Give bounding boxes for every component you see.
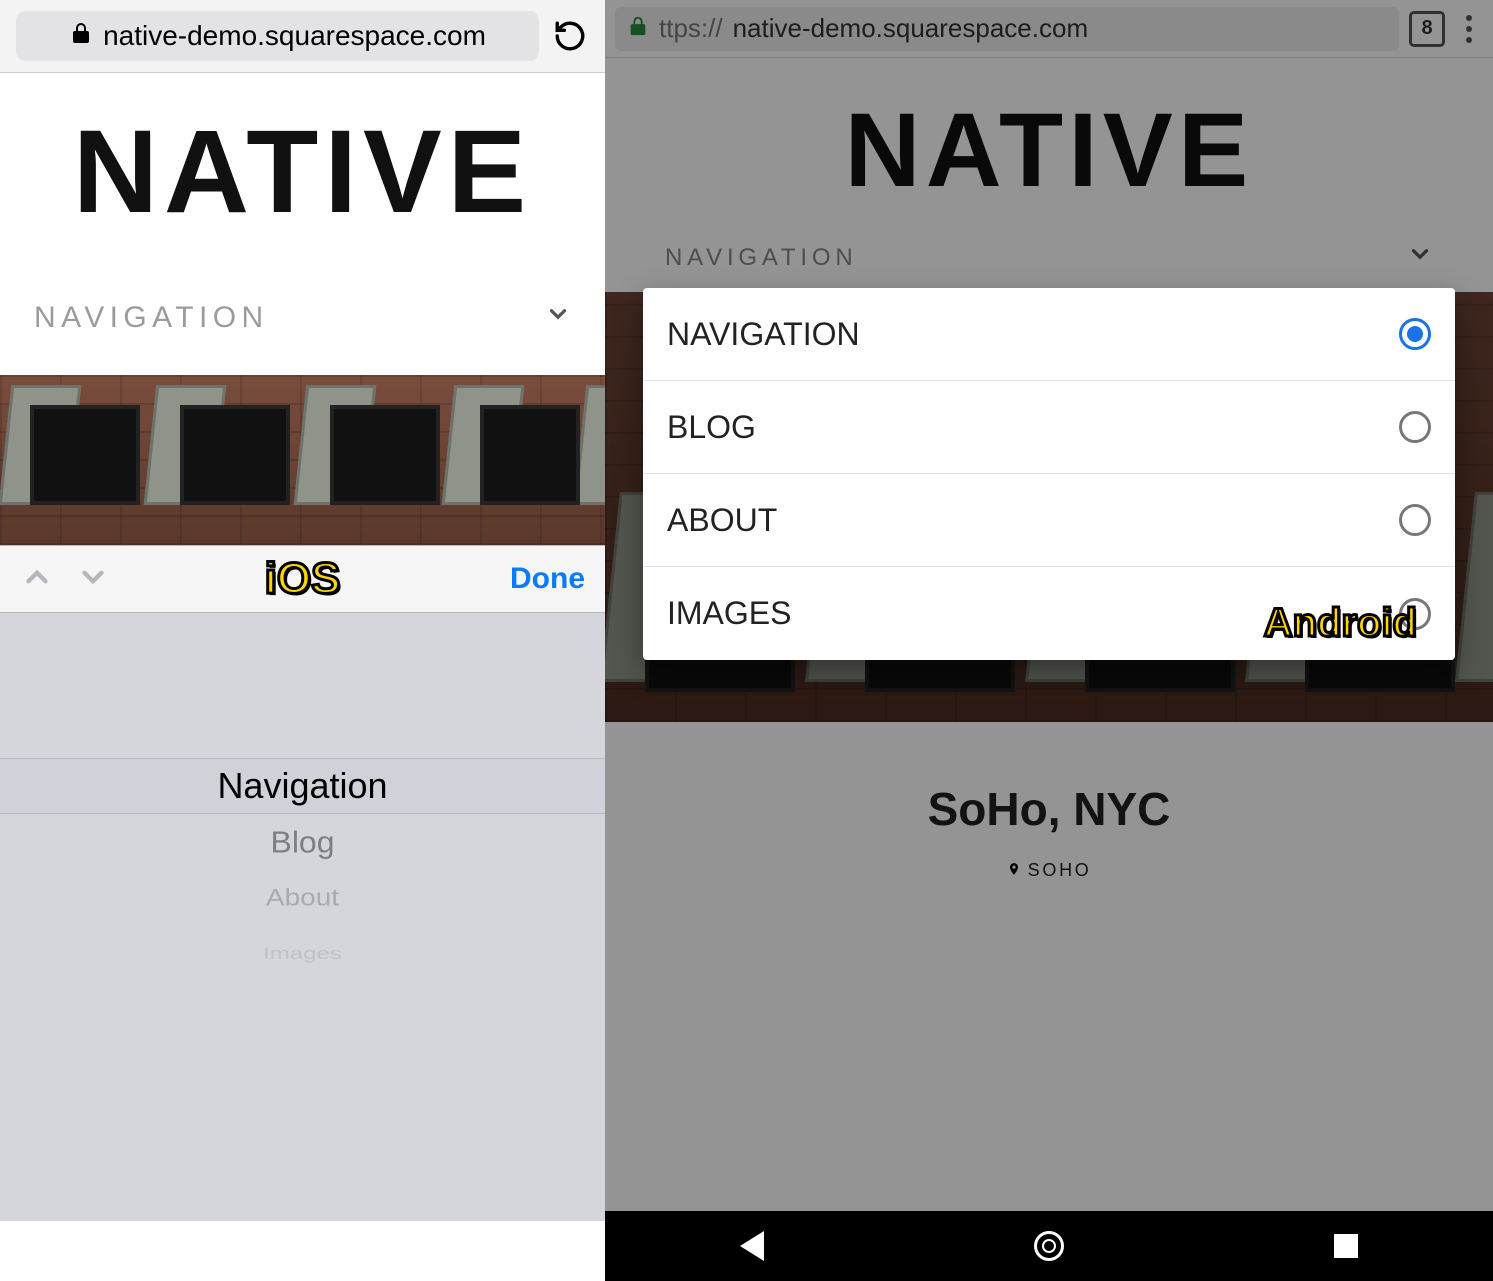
ios-picker-toolbar: iOS Done	[0, 545, 605, 613]
dropdown-item-label: NAVIGATION	[667, 316, 860, 353]
android-select-dialog: NAVIGATION BLOG ABOUT IMAGES Android	[643, 288, 1455, 660]
platform-label-ios: iOS	[265, 554, 341, 604]
android-url-pill[interactable]: ttps:// native-demo.squarespace.com	[615, 7, 1399, 51]
site-logo: NATIVE	[0, 73, 605, 261]
radio-icon	[1399, 411, 1431, 443]
dropdown-item[interactable]: IMAGES Android	[643, 567, 1455, 660]
picker-prev-icon[interactable]	[20, 560, 54, 599]
dropdown-item[interactable]: NAVIGATION	[643, 288, 1455, 381]
ios-url-pill[interactable]: native-demo.squarespace.com	[16, 11, 539, 61]
recents-button[interactable]	[1334, 1234, 1358, 1258]
android-address-bar: ttps:// native-demo.squarespace.com 8	[605, 0, 1493, 58]
chevron-down-icon	[545, 301, 571, 335]
picker-done-button[interactable]: Done	[510, 562, 585, 596]
android-pane: ttps:// native-demo.squarespace.com 8 NAT…	[605, 0, 1493, 1281]
location-section: SoHo, NYC SOHO	[605, 722, 1493, 891]
dropdown-item-label: BLOG	[667, 409, 756, 446]
radio-selected-icon	[1399, 318, 1431, 350]
navigation-label: NAVIGATION	[34, 301, 269, 335]
pin-icon	[1007, 863, 1028, 880]
reload-icon[interactable]	[551, 17, 589, 55]
url-scheme: ttps://	[659, 13, 723, 44]
home-button[interactable]	[1034, 1231, 1064, 1261]
back-button[interactable]	[740, 1231, 764, 1261]
picker-item[interactable]: About	[0, 874, 605, 922]
dropdown-item-label: IMAGES	[667, 595, 791, 632]
tab-count-value: 8	[1421, 17, 1432, 40]
dropdown-item-label: ABOUT	[667, 502, 777, 539]
navigation-select[interactable]: NAVIGATION	[605, 223, 1493, 292]
picker-item[interactable]: Blog	[0, 815, 605, 868]
location-chip-text: SOHO	[1028, 860, 1092, 880]
picker-item[interactable]: Images	[0, 934, 605, 973]
ios-url-text: native-demo.squarespace.com	[103, 20, 486, 52]
dropdown-item[interactable]: BLOG	[643, 381, 1455, 474]
dropdown-item[interactable]: ABOUT	[643, 474, 1455, 567]
picker-next-icon[interactable]	[76, 560, 110, 599]
location-title: SoHo, NYC	[605, 782, 1493, 836]
lock-icon	[627, 13, 649, 44]
android-system-nav	[605, 1211, 1493, 1281]
picker-item[interactable]: Navigation	[0, 758, 605, 814]
chevron-down-icon	[1407, 241, 1433, 274]
navigation-select[interactable]: NAVIGATION	[0, 261, 605, 375]
platform-label-android: Android	[1264, 601, 1417, 646]
overflow-menu-icon[interactable]	[1455, 15, 1483, 43]
location-chip: SOHO	[605, 860, 1493, 881]
radio-icon	[1399, 504, 1431, 536]
tab-count-button[interactable]: 8	[1409, 11, 1445, 47]
android-url-text: native-demo.squarespace.com	[733, 13, 1089, 44]
ios-address-bar: native-demo.squarespace.com	[0, 0, 605, 73]
ios-pane: native-demo.squarespace.com NATIVE NAVIG…	[0, 0, 605, 1281]
navigation-label: NAVIGATION	[665, 244, 857, 272]
site-logo: NATIVE	[605, 58, 1493, 223]
lock-icon	[69, 21, 93, 52]
hero-image	[0, 375, 605, 545]
ios-picker-wheel[interactable]: Navigation Blog About Images	[0, 613, 605, 1221]
